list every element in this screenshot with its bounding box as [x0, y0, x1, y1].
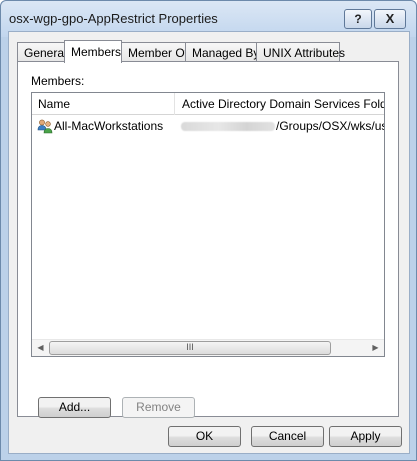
- help-button[interactable]: ?: [344, 9, 372, 29]
- list-header: Name Active Directory Domain Services Fo…: [32, 93, 384, 115]
- horizontal-scrollbar[interactable]: ◀ III ▶: [32, 339, 384, 356]
- member-name: All-MacWorkstations: [54, 119, 164, 133]
- dialog-client-area: General Members Member Of Managed By UNI…: [8, 31, 410, 454]
- column-header-folder[interactable]: Active Directory Domain Services Folder: [176, 93, 384, 115]
- members-label: Members:: [31, 74, 85, 88]
- tab-managed-by[interactable]: Managed By: [185, 42, 259, 62]
- tab-unix-attributes[interactable]: UNIX Attributes: [256, 42, 345, 62]
- tab-general[interactable]: General: [17, 42, 67, 62]
- members-list[interactable]: Name Active Directory Domain Services Fo…: [31, 92, 385, 357]
- scroll-right-icon[interactable]: ▶: [367, 340, 384, 356]
- close-button[interactable]: X: [374, 9, 406, 29]
- scroll-left-icon[interactable]: ◀: [32, 340, 49, 356]
- window-title: osx-wgp-gpo-AppRestrict Properties: [9, 11, 218, 26]
- ok-button[interactable]: OK: [168, 426, 241, 447]
- column-header-name[interactable]: Name: [32, 93, 175, 115]
- group-icon: [37, 118, 53, 134]
- tab-member-of[interactable]: Member Of: [121, 42, 188, 62]
- add-button[interactable]: Add...: [38, 397, 111, 418]
- members-tab-panel: Members: Name Active Directory Domain Se…: [17, 61, 399, 418]
- properties-window: osx-wgp-gpo-AppRestrict Properties ? X G…: [0, 0, 417, 461]
- redacted-domain: [181, 122, 275, 131]
- cancel-button[interactable]: Cancel: [251, 426, 324, 447]
- tab-members[interactable]: Members: [64, 40, 122, 63]
- remove-button[interactable]: Remove: [122, 397, 195, 418]
- list-item[interactable]: All-MacWorkstations /Groups/OSX/wks/usa: [32, 117, 384, 135]
- scroll-thumb[interactable]: III: [49, 341, 331, 355]
- member-folder: /Groups/OSX/wks/usa: [276, 119, 385, 133]
- apply-button[interactable]: Apply: [329, 426, 402, 447]
